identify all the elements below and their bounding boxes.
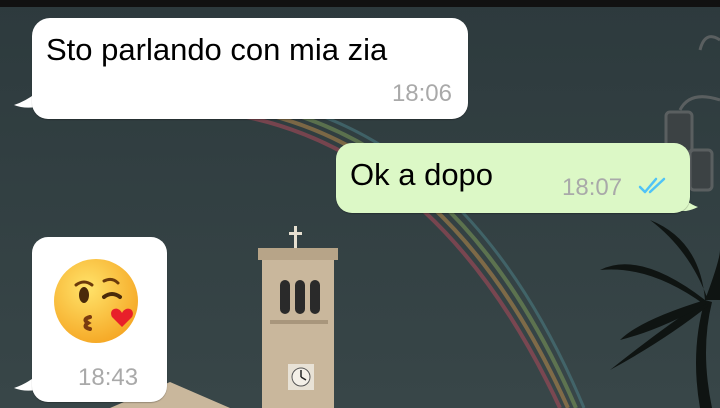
message-timestamp: 18:06 bbox=[391, 80, 452, 107]
message-timestamp: 18:43 bbox=[78, 364, 139, 391]
message-timestamp: 18:07 bbox=[562, 174, 623, 201]
status-bar-edge bbox=[0, 0, 720, 7]
incoming-message-bubble[interactable]: Sto parlando con mia zia 18:06 bbox=[32, 18, 468, 119]
read-receipt-icon bbox=[638, 177, 666, 194]
face-blowing-a-kiss-icon bbox=[54, 259, 138, 343]
outgoing-message-bubble[interactable]: Ok a dopo 18:07 bbox=[336, 143, 690, 213]
message-text: Sto parlando con mia zia bbox=[46, 32, 388, 67]
message-text: Ok a dopo bbox=[350, 157, 494, 192]
bell-tower bbox=[258, 226, 338, 408]
incoming-message-bubble[interactable]: 18:43 bbox=[32, 237, 167, 402]
